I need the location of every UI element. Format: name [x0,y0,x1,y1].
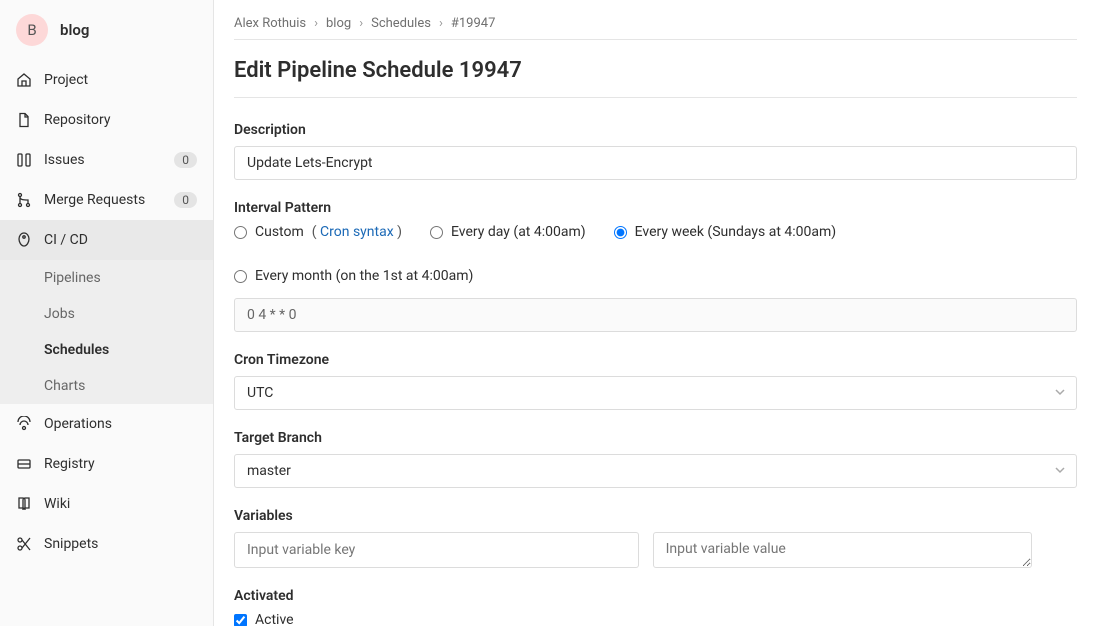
project-name: blog [60,21,89,39]
home-icon [16,72,32,88]
interval-label: Interval Pattern [234,200,1077,216]
interval-custom[interactable]: Custom ( Cron syntax ) [234,224,402,240]
book-icon [16,496,32,512]
chevron-right-icon: › [359,16,363,31]
sidebar-item-label: Wiki [44,496,70,512]
sidebar-item-issues[interactable]: Issues 0 [0,140,213,180]
variable-value-input[interactable] [653,532,1032,568]
interval-weekly[interactable]: Every week (Sundays at 4:00am) [614,224,837,240]
interval-daily-radio[interactable] [430,226,443,239]
sidebar-item-label: Repository [44,112,110,128]
sidebar-item-snippets[interactable]: Snippets [0,524,213,564]
variable-key-input[interactable] [234,532,639,568]
interval-daily[interactable]: Every day (at 4:00am) [430,224,586,240]
breadcrumb-id[interactable]: #19947 [451,16,496,31]
sidebar-item-label: Merge Requests [44,192,145,208]
timezone-label: Cron Timezone [234,352,1077,368]
breadcrumb: Alex Rothuis › blog › Schedules › #19947 [234,16,1077,40]
sidebar-item-label: Snippets [44,536,98,552]
sidebar-sub-charts[interactable]: Charts [0,368,213,404]
page-title: Edit Pipeline Schedule 19947 [234,58,1077,83]
main-content: Alex Rothuis › blog › Schedules › #19947… [214,0,1097,626]
project-avatar: B [16,14,48,46]
active-label: Active [255,612,294,626]
sidebar-item-cicd[interactable]: CI / CD [0,220,213,260]
operations-icon [16,416,32,432]
sidebar-item-wiki[interactable]: Wiki [0,484,213,524]
sidebar-sub-jobs[interactable]: Jobs [0,296,213,332]
variables-label: Variables [234,508,1077,524]
sidebar-item-label: Registry [44,456,95,472]
issues-count-badge: 0 [174,152,197,168]
sidebar-section-cicd: CI / CD Pipelines Jobs Schedules Charts [0,220,213,404]
file-icon [16,112,32,128]
sidebar-item-operations[interactable]: Operations [0,404,213,444]
interval-daily-label: Every day (at 4:00am) [451,224,586,240]
cron-syntax-link[interactable]: Cron syntax [320,224,394,240]
sidebar-item-project[interactable]: Project [0,60,213,100]
mr-count-badge: 0 [174,192,197,208]
registry-icon [16,456,32,472]
issues-icon [16,152,32,168]
chevron-right-icon: › [314,16,318,31]
timezone-select[interactable]: UTC [234,376,1077,410]
sidebar-sub-pipelines[interactable]: Pipelines [0,260,213,296]
sidebar-item-merge-requests[interactable]: Merge Requests 0 [0,180,213,220]
interval-custom-label: Custom [255,224,304,240]
sidebar-header: B blog [0,0,213,60]
divider [234,97,1077,98]
sidebar-item-label: Issues [44,152,85,168]
interval-weekly-label: Every week (Sundays at 4:00am) [635,224,837,240]
activated-label: Activated [234,588,1077,604]
sidebar: B blog Project Repository Issues 0 Merge… [0,0,214,626]
sidebar-item-repository[interactable]: Repository [0,100,213,140]
merge-icon [16,192,32,208]
sidebar-item-label: Project [44,72,88,88]
rocket-icon [16,232,32,248]
sidebar-item-label: CI / CD [44,232,88,248]
sidebar-sub-schedules[interactable]: Schedules [0,332,213,368]
interval-monthly[interactable]: Every month (on the 1st at 4:00am) [234,268,473,284]
breadcrumb-project[interactable]: blog [326,16,351,31]
branch-label: Target Branch [234,430,1077,446]
chevron-right-icon: › [439,16,443,31]
breadcrumb-user[interactable]: Alex Rothuis [234,16,306,31]
breadcrumb-section[interactable]: Schedules [371,16,431,31]
description-input[interactable] [234,146,1077,180]
active-checkbox-row[interactable]: Active [234,612,1077,626]
interval-monthly-label: Every month (on the 1st at 4:00am) [255,268,473,284]
interval-monthly-radio[interactable] [234,270,247,283]
interval-weekly-radio[interactable] [614,226,627,239]
active-checkbox[interactable] [234,614,247,626]
branch-select[interactable]: master [234,454,1077,488]
sidebar-item-registry[interactable]: Registry [0,444,213,484]
sidebar-item-label: Operations [44,416,112,432]
cron-pattern-input[interactable] [234,298,1077,332]
description-label: Description [234,122,1077,138]
interval-custom-radio[interactable] [234,226,247,239]
scissors-icon [16,536,32,552]
interval-radio-group: Custom ( Cron syntax ) Every day (at 4:0… [234,224,1077,284]
